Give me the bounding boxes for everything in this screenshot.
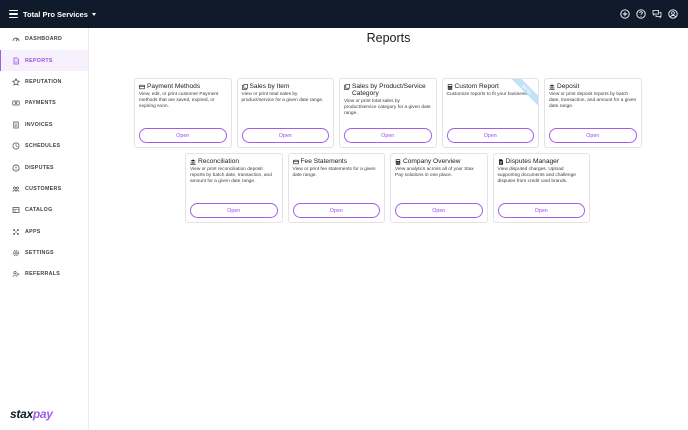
card-title: Reconciliation	[198, 158, 240, 165]
open-button[interactable]: Open	[549, 128, 637, 143]
sidebar: DASHBOARD REPORTS REPUTATION PAYMENTS IN…	[0, 28, 89, 430]
sidebar-item-reports[interactable]: REPORTS	[0, 49, 88, 72]
card-description: View or print total sales by product/ser…	[241, 92, 324, 104]
open-button[interactable]: Open	[139, 128, 227, 143]
add-circle-icon[interactable]	[620, 9, 630, 19]
apps-icon	[13, 228, 19, 235]
sidebar-item-label: SETTINGS	[25, 250, 54, 257]
open-button[interactable]: Open	[497, 203, 585, 218]
card-title: Disputes Manager	[505, 158, 560, 165]
sidebar-item-label: REPORTS	[25, 57, 53, 64]
open-button[interactable]: Open	[190, 203, 278, 218]
card-title: Sales by Product/Service Category	[352, 83, 426, 98]
sidebar-item-settings[interactable]: SETTINGS	[0, 242, 88, 263]
card-description: View or print reconciliation deposit rep…	[190, 167, 272, 185]
sidebar-item-payments[interactable]: PAYMENTS	[0, 93, 88, 114]
sidebar-item-disputes[interactable]: DISPUTES	[0, 157, 88, 178]
sidebar-item-label: DISPUTES	[25, 164, 54, 171]
sidebar-item-invoices[interactable]: INVOICES	[0, 114, 88, 135]
sidebar-item-label: DASHBOARD	[25, 36, 63, 43]
sidebar-item-customers[interactable]: CUSTOMERS	[0, 178, 88, 199]
document-icon	[498, 158, 503, 165]
report-card-sales-by-category: Sales by Product/Service Category View o…	[339, 78, 437, 148]
staxpay-logo: staxpay	[10, 407, 53, 421]
account-icon[interactable]	[668, 9, 678, 19]
payments-icon	[12, 101, 20, 106]
reports-icon	[13, 57, 19, 64]
open-button[interactable]: Open	[395, 203, 483, 218]
credit-card-icon	[139, 84, 145, 89]
dispute-icon	[12, 164, 20, 171]
report-card-fee-statements: Fee Statements View or print fee stateme…	[287, 153, 385, 223]
calculator-icon	[447, 83, 452, 90]
bank-icon	[549, 84, 555, 90]
company-name: Total Pro Services	[23, 9, 88, 19]
copy-icon	[241, 83, 248, 90]
sidebar-item-reputation[interactable]: REPUTATION	[0, 71, 88, 92]
card-title: Sales by Item	[249, 83, 290, 90]
report-card-disputes-manager: Disputes Manager View disputed charges. …	[492, 153, 590, 223]
sidebar-item-apps[interactable]: APPS	[0, 221, 88, 242]
chat-icon[interactable]	[652, 9, 662, 19]
sidebar-item-dashboard[interactable]: DASHBOARD	[0, 29, 88, 50]
report-card-deposit: Deposit View or print deposit reports by…	[544, 78, 642, 148]
help-icon[interactable]	[636, 9, 646, 19]
open-button[interactable]: Open	[344, 128, 432, 143]
card-description: View or print total sales by product/ser…	[344, 99, 431, 117]
report-card-sales-by-item: Sales by Item View or print total sales …	[236, 78, 334, 148]
calculator-icon	[395, 158, 401, 165]
invoice-icon	[13, 121, 19, 129]
report-card-company-overview: Company Overview View analytics across a…	[390, 153, 488, 223]
sidebar-item-label: REFERRALS	[25, 271, 61, 278]
card-description: View, edit, or print customer Payment me…	[139, 92, 219, 110]
page-title: Reports	[366, 31, 411, 45]
sidebar-item-label: APPS	[25, 228, 41, 235]
report-card-reconciliation: Reconciliation View or print reconciliat…	[185, 153, 283, 223]
schedule-icon	[12, 142, 20, 150]
sidebar-item-label: CUSTOMERS	[25, 185, 62, 192]
report-card-custom-report: BETA Custom Report Customize reports to …	[441, 78, 539, 148]
credit-card-icon	[292, 159, 299, 164]
sidebar-item-label: PAYMENTS	[25, 100, 56, 107]
card-title: Company Overview	[403, 158, 461, 165]
card-description: View disputed charges. Upload supporting…	[497, 167, 576, 185]
card-description: View analytics across all of your Stax P…	[395, 167, 474, 179]
sidebar-item-schedules[interactable]: SCHEDULES	[0, 135, 88, 156]
customers-icon	[12, 186, 20, 192]
report-cards-row-1: Payment Methods View, edit, or print cus…	[134, 78, 642, 148]
card-description: View or print deposit reports by batch d…	[549, 92, 637, 110]
company-switcher[interactable]: Total Pro Services	[23, 10, 96, 19]
open-button[interactable]: Open	[241, 128, 329, 143]
card-title: Fee Statements	[300, 158, 348, 165]
menu-icon[interactable]	[9, 10, 18, 18]
sidebar-item-label: REPUTATION	[25, 78, 62, 85]
chevron-down-icon	[91, 12, 96, 16]
catalog-icon	[12, 207, 20, 214]
open-button[interactable]: Open	[446, 128, 534, 143]
card-description: Customize reports to fit your business.	[446, 92, 529, 98]
report-card-payment-methods: Payment Methods View, edit, or print cus…	[134, 78, 232, 148]
star-icon	[12, 77, 20, 86]
sidebar-item-label: INVOICES	[25, 121, 53, 128]
bank-icon	[190, 159, 196, 165]
card-title: Payment Methods	[147, 83, 201, 90]
top-bar: Total Pro Services	[0, 0, 688, 28]
sidebar-item-label: SCHEDULES	[25, 143, 61, 150]
sidebar-item-catalog[interactable]: CATALOG	[0, 200, 88, 221]
sidebar-item-referrals[interactable]: REFERRALS	[0, 264, 88, 285]
sidebar-item-label: CATALOG	[25, 207, 53, 214]
card-description: View or print fee statements for a given…	[292, 167, 376, 179]
dashboard-icon	[12, 37, 20, 42]
card-title: Custom Report	[454, 83, 499, 90]
copy-icon	[344, 83, 350, 90]
card-title: Deposit	[557, 83, 580, 90]
report-cards-row-2: Reconciliation View or print reconciliat…	[185, 153, 590, 223]
settings-icon	[12, 249, 20, 257]
open-button[interactable]: Open	[292, 203, 380, 218]
referrals-icon	[12, 271, 20, 278]
